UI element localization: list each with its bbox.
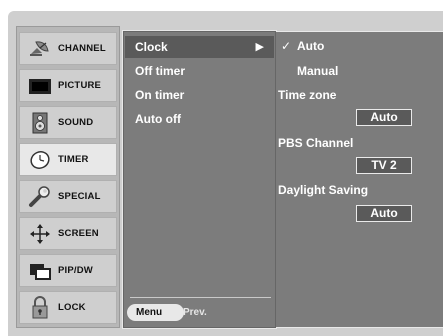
- sidebar-item-label: TIMER: [58, 154, 89, 165]
- pbs-channel-value[interactable]: TV 2: [356, 157, 412, 174]
- arrow-right-icon: ▶: [255, 41, 264, 53]
- sidebar-item-label: SCREEN: [58, 228, 99, 239]
- option-auto[interactable]: Auto: [297, 39, 324, 53]
- option-manual[interactable]: Manual: [297, 64, 338, 78]
- sidebar-item-label: CHANNEL: [58, 43, 106, 54]
- sidebar-item-label: LOCK: [58, 302, 86, 313]
- menu-item-label: Auto off: [135, 112, 181, 126]
- time-zone-value[interactable]: Auto: [356, 109, 412, 126]
- move-arrows-icon: [28, 224, 52, 244]
- menu-button[interactable]: Menu: [127, 304, 184, 321]
- menu-item-label: On timer: [135, 88, 185, 102]
- sidebar-item-screen[interactable]: SCREEN: [19, 217, 117, 250]
- menu-item-label: Off timer: [135, 64, 186, 78]
- sidebar-item-label: SOUND: [58, 117, 94, 128]
- timer-submenu: Clock ▶ Off timer On timer Auto off Menu…: [123, 31, 276, 328]
- sidebar-item-label: SPECIAL: [58, 191, 101, 202]
- time-zone-label: Time zone: [278, 88, 337, 102]
- menu-item-off-timer[interactable]: Off timer: [125, 60, 274, 82]
- prev-label: Prev.: [183, 307, 207, 318]
- sidebar-item-picture[interactable]: PICTURE: [19, 69, 117, 102]
- wrench-icon: [28, 186, 52, 207]
- sidebar-item-lock[interactable]: LOCK: [19, 291, 117, 324]
- footer-divider: [130, 297, 271, 298]
- menu-item-clock[interactable]: Clock ▶: [125, 36, 274, 58]
- clock-icon: [28, 150, 52, 170]
- menu-item-on-timer[interactable]: On timer: [125, 84, 274, 106]
- daylight-saving-label: Daylight Saving: [278, 183, 369, 197]
- menu-item-label: Clock: [135, 40, 168, 54]
- clock-settings-panel: ✓ Auto Manual Time zone Auto PBS Channel…: [276, 31, 443, 328]
- speaker-icon: [28, 112, 52, 134]
- sidebar-item-special[interactable]: SPECIAL: [19, 180, 117, 213]
- pbs-channel-label: PBS Channel: [278, 136, 354, 150]
- sidebar-item-label: PIP/DW: [58, 265, 93, 276]
- sidebar-item-label: PICTURE: [58, 80, 102, 91]
- pip-window-icon: [28, 261, 52, 281]
- padlock-icon: [28, 296, 52, 319]
- daylight-saving-value[interactable]: Auto: [356, 205, 412, 222]
- monitor-icon: [28, 76, 52, 96]
- sidebar-item-channel[interactable]: CHANNEL: [19, 32, 117, 65]
- sidebar-item-pipdw[interactable]: PIP/DW: [19, 254, 117, 287]
- satellite-dish-icon: [28, 39, 52, 59]
- menu-item-auto-off[interactable]: Auto off: [125, 108, 274, 130]
- main-menu-sidebar: CHANNEL PICTURE SOUND TIMER SPECIAL SCRE…: [16, 26, 120, 328]
- checkmark-icon: ✓: [281, 39, 292, 53]
- sidebar-item-timer[interactable]: TIMER: [19, 143, 117, 176]
- sidebar-item-sound[interactable]: SOUND: [19, 106, 117, 139]
